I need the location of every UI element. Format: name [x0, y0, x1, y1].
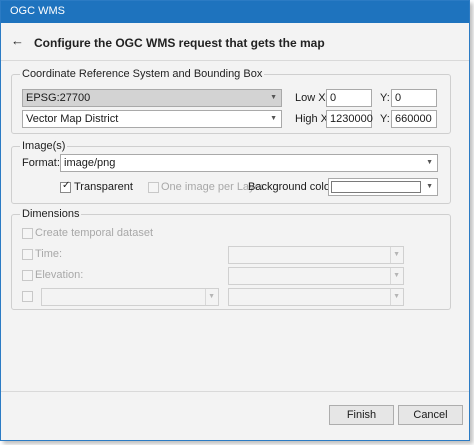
crs-group-label: Coordinate Reference System and Bounding… — [20, 68, 265, 80]
colour-swatch — [331, 181, 421, 193]
transparent-checkbox[interactable]: ✓ — [60, 180, 71, 193]
check-icon: ✓ — [62, 180, 71, 191]
images-group-label: Image(s) — [20, 140, 68, 152]
dimensions-group-label: Dimensions — [20, 208, 82, 220]
one-image-per-layer-checkbox[interactable] — [148, 182, 159, 193]
layer-select[interactable]: Vector Map District ▼ — [22, 110, 282, 128]
low-y-label: Y: — [380, 92, 390, 104]
chevron-down-icon: ▼ — [393, 293, 400, 300]
time-label: Time: — [35, 248, 63, 260]
finish-button[interactable]: Finish — [329, 405, 394, 425]
elevation-label: Elevation: — [35, 269, 84, 281]
elevation-select[interactable]: ▼ — [228, 267, 404, 285]
low-x-input[interactable]: 0 — [326, 89, 372, 107]
chevron-down-icon: ▼ — [426, 159, 433, 166]
format-select[interactable]: image/png ▼ — [60, 154, 438, 172]
custom-dimension-value-select[interactable]: ▼ — [228, 288, 404, 306]
chevron-down-icon: ▼ — [426, 183, 433, 190]
chevron-down-icon: ▼ — [270, 115, 277, 122]
back-arrow-icon[interactable]: ← — [11, 33, 24, 48]
transparent-label: Transparent — [74, 181, 133, 193]
footer-divider — [1, 391, 469, 392]
custom-dimension-checkbox[interactable] — [22, 291, 33, 302]
crs-select-value: EPSG:27700 — [26, 92, 91, 104]
elevation-checkbox[interactable] — [22, 270, 33, 281]
dimensions-group: Dimensions Create temporal dataset Time:… — [11, 208, 451, 310]
background-colour-picker[interactable]: ▼ — [328, 178, 438, 196]
high-y-input[interactable]: 660000 — [391, 110, 437, 128]
dialog-window: OGC WMS ← Configure the OGC WMS request … — [0, 0, 470, 441]
create-temporal-checkbox[interactable] — [22, 228, 33, 239]
cancel-button[interactable]: Cancel — [398, 405, 463, 425]
format-select-value: image/png — [64, 157, 116, 169]
custom-dimension-name-select[interactable]: ▼ — [41, 288, 219, 306]
layer-select-value: Vector Map District — [26, 113, 119, 125]
title-bar: OGC WMS — [1, 1, 469, 23]
page-header: ← Configure the OGC WMS request that get… — [1, 23, 469, 61]
chevron-down-icon: ▼ — [208, 293, 215, 300]
time-select[interactable]: ▼ — [228, 246, 404, 264]
high-y-label: Y: — [380, 113, 390, 125]
low-x-label: Low X: — [295, 92, 329, 104]
chevron-down-icon: ▼ — [393, 251, 400, 258]
high-x-input[interactable]: 1230000 — [326, 110, 373, 128]
chevron-down-icon: ▼ — [393, 272, 400, 279]
crs-select[interactable]: EPSG:27700 ▼ — [22, 89, 282, 107]
format-label: Format: — [22, 157, 60, 169]
images-group: Image(s) Format: image/png ▼ ✓ Transpare… — [11, 140, 451, 204]
window-title: OGC WMS — [10, 5, 65, 17]
create-temporal-label: Create temporal dataset — [35, 227, 154, 239]
low-y-input[interactable]: 0 — [391, 89, 437, 107]
crs-group: Coordinate Reference System and Bounding… — [11, 68, 451, 134]
time-checkbox[interactable] — [22, 249, 33, 260]
chevron-down-icon: ▼ — [270, 94, 277, 101]
page-title: Configure the OGC WMS request that gets … — [34, 36, 325, 50]
